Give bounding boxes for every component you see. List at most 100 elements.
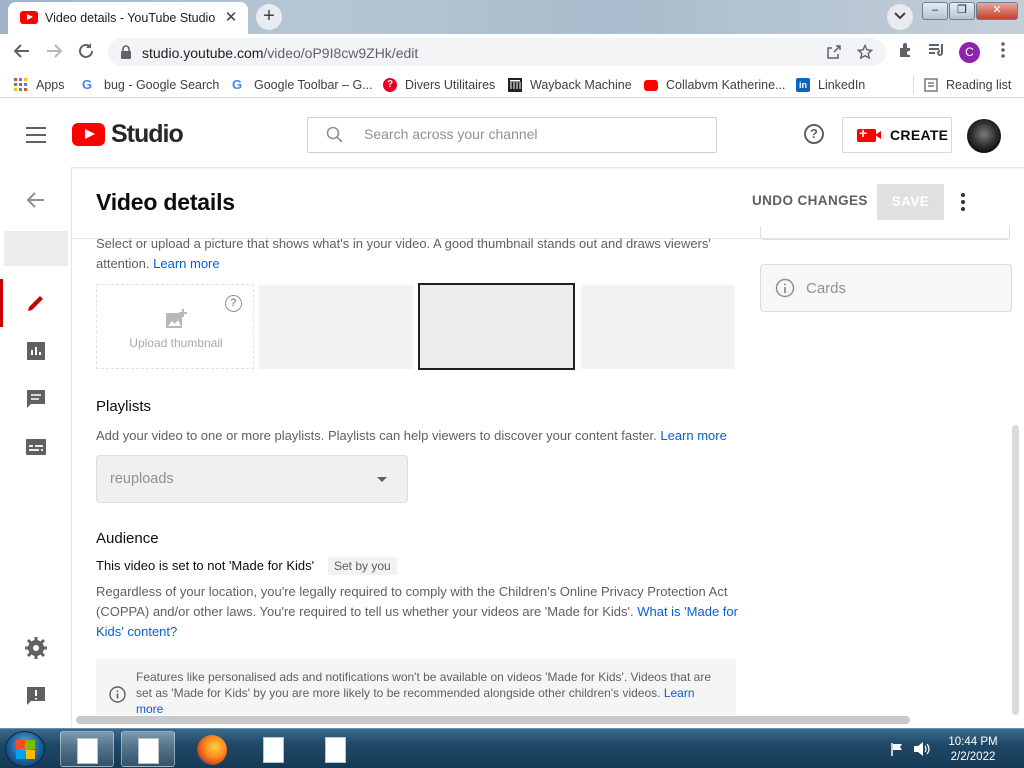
- browser-menu-icon[interactable]: [993, 42, 1013, 62]
- address-bar[interactable]: studio.youtube.com/video/oP9I8cw9ZHk/edi…: [108, 38, 886, 66]
- reading-list-label: Reading list: [946, 78, 1012, 92]
- bookmark-linkedin[interactable]: in LinkedIn: [796, 76, 865, 94]
- left-nav-rail: [0, 167, 72, 727]
- bookmark-wayback-machine[interactable]: Wayback Machine: [508, 76, 632, 94]
- lock-icon[interactable]: [120, 45, 132, 59]
- video-thumbnail-placeholder[interactable]: [4, 231, 68, 266]
- account-avatar[interactable]: [967, 119, 1001, 153]
- playlists-description: Add your video to one or more playlists.…: [96, 426, 727, 446]
- search-input[interactable]: [364, 126, 694, 142]
- notice-learn-more-link-2[interactable]: more: [136, 701, 730, 715]
- taskbar-firefox[interactable]: [185, 731, 239, 767]
- undo-changes-button[interactable]: UNDO CHANGES: [752, 193, 868, 208]
- thumbnail-option-1[interactable]: [259, 285, 413, 369]
- extensions-icon[interactable]: [896, 42, 916, 62]
- tab-search-button[interactable]: [887, 4, 913, 30]
- create-label: CREATE: [890, 127, 949, 143]
- subtitles-icon[interactable]: [24, 435, 48, 459]
- tab-close-icon[interactable]: ✕: [222, 8, 240, 26]
- taskbar-file-1[interactable]: [247, 731, 301, 767]
- browser-tab[interactable]: Video details - YouTube Studio ✕: [8, 2, 248, 34]
- playlists-description-text: Add your video to one or more playlists.…: [96, 428, 657, 443]
- edit-pencil-icon[interactable]: [24, 291, 48, 315]
- bookmark-apps[interactable]: Apps: [14, 76, 65, 94]
- info-icon: [775, 278, 795, 298]
- thumbnail-option-3[interactable]: [581, 285, 735, 369]
- made-for-kids-link[interactable]: What is 'Made for: [637, 604, 738, 619]
- settings-gear-icon[interactable]: [24, 636, 48, 660]
- profile-avatar[interactable]: C: [959, 42, 980, 63]
- create-button[interactable]: CREATE: [842, 117, 952, 153]
- url-host: studio.youtube.com: [142, 45, 264, 61]
- new-tab-button[interactable]: +: [256, 4, 282, 30]
- playlist-selected-value: reuploads: [110, 471, 174, 487]
- thumbnail-help-icon[interactable]: ?: [225, 295, 242, 312]
- taskbar-clock[interactable]: 10:44 PM 2/2/2022: [938, 735, 1008, 765]
- bookmarks-divider: [913, 76, 914, 94]
- forward-icon[interactable]: [44, 42, 64, 62]
- youtube-logo-icon[interactable]: [72, 123, 105, 146]
- audience-body-line2: (COPPA) and/or other laws. You're requir…: [96, 602, 738, 622]
- clock-time: 10:44 PM: [948, 736, 998, 748]
- back-arrow-icon[interactable]: [24, 188, 48, 212]
- bookmark-google-toolbar[interactable]: G Google Toolbar – G...: [232, 76, 373, 94]
- playlist-select[interactable]: reuploads: [96, 455, 408, 503]
- google-icon: G: [82, 77, 93, 92]
- youtube-icon: [644, 80, 658, 91]
- playlists-learn-more-link[interactable]: Learn more: [660, 428, 726, 443]
- bookmarks-bar: Apps G bug - Google Search G Google Tool…: [0, 70, 1024, 98]
- youtube-favicon-icon: [20, 11, 38, 24]
- cards-label: Cards: [806, 280, 847, 297]
- hamburger-menu-icon[interactable]: [26, 127, 46, 143]
- help-icon[interactable]: ?: [804, 124, 824, 144]
- made-for-kids-link-line2[interactable]: Kids' content?: [96, 622, 177, 642]
- made-for-kids-link-text[interactable]: Kids' content?: [96, 624, 177, 639]
- bookmark-label: Apps: [36, 78, 65, 92]
- feedback-icon[interactable]: [24, 684, 48, 708]
- cards-panel[interactable]: Cards: [760, 264, 1012, 312]
- thumbnail-option-2-selected[interactable]: [418, 283, 575, 370]
- upload-thumbnail-button[interactable]: Upload thumbnail ?: [96, 284, 254, 369]
- comments-icon[interactable]: [24, 387, 48, 411]
- bookmark-collabvm[interactable]: Collabvm Katherine...: [644, 76, 786, 94]
- thumbnail-learn-more-link[interactable]: Learn more: [153, 256, 219, 271]
- channel-search-box[interactable]: [307, 117, 717, 153]
- reload-icon[interactable]: [76, 42, 96, 62]
- bookmark-label: Collabvm Katherine...: [666, 78, 786, 92]
- tab-title: Video details - YouTube Studio: [45, 11, 216, 25]
- start-button[interactable]: [5, 731, 45, 767]
- windows-logo-icon: [16, 740, 35, 759]
- back-icon[interactable]: [12, 42, 32, 62]
- bookmark-divers-utilitaires[interactable]: ? Divers Utilitaires: [383, 76, 495, 94]
- notice-learn-more-link[interactable]: Learn: [664, 686, 695, 700]
- taskbar-notepad-2[interactable]: [121, 731, 175, 767]
- bookmark-bug-google-search[interactable]: G bug - Google Search: [82, 76, 219, 94]
- more-options-icon[interactable]: [961, 193, 967, 211]
- action-center-flag-icon[interactable]: [890, 742, 904, 756]
- add-photo-icon: [166, 309, 187, 328]
- taskbar-notepad-1[interactable]: [60, 731, 114, 767]
- vertical-scrollbar[interactable]: [1012, 425, 1019, 715]
- minimize-button[interactable]: –: [922, 2, 948, 20]
- browser-toolbar: studio.youtube.com/video/oP9I8cw9ZHk/edi…: [0, 34, 1024, 70]
- browser-tab-strip: Video details - YouTube Studio ✕ + – ❐ ✕: [0, 0, 1024, 34]
- clock-date: 2/2/2022: [950, 751, 996, 763]
- horizontal-scrollbar[interactable]: [76, 716, 910, 724]
- linkedin-icon: in: [796, 78, 810, 92]
- share-icon[interactable]: [826, 44, 842, 60]
- maximize-button[interactable]: ❐: [949, 2, 975, 20]
- upload-thumbnail-label: Upload thumbnail: [129, 336, 223, 350]
- media-control-icon[interactable]: [927, 42, 947, 62]
- volume-icon[interactable]: [913, 741, 931, 757]
- audience-heading: Audience: [96, 530, 159, 547]
- analytics-icon[interactable]: [24, 339, 48, 363]
- reading-list-button[interactable]: Reading list: [924, 76, 1011, 94]
- chevron-down-icon: [894, 12, 906, 20]
- audience-status: This video is set to not 'Made for Kids': [96, 558, 315, 573]
- taskbar-file-2[interactable]: [309, 731, 363, 767]
- bookmark-star-icon[interactable]: [857, 44, 873, 60]
- nav-selected-indicator: [0, 279, 3, 327]
- window-close-button[interactable]: ✕: [976, 2, 1018, 20]
- studio-logo-text[interactable]: Studio: [111, 120, 184, 149]
- save-button[interactable]: SAVE: [877, 184, 944, 220]
